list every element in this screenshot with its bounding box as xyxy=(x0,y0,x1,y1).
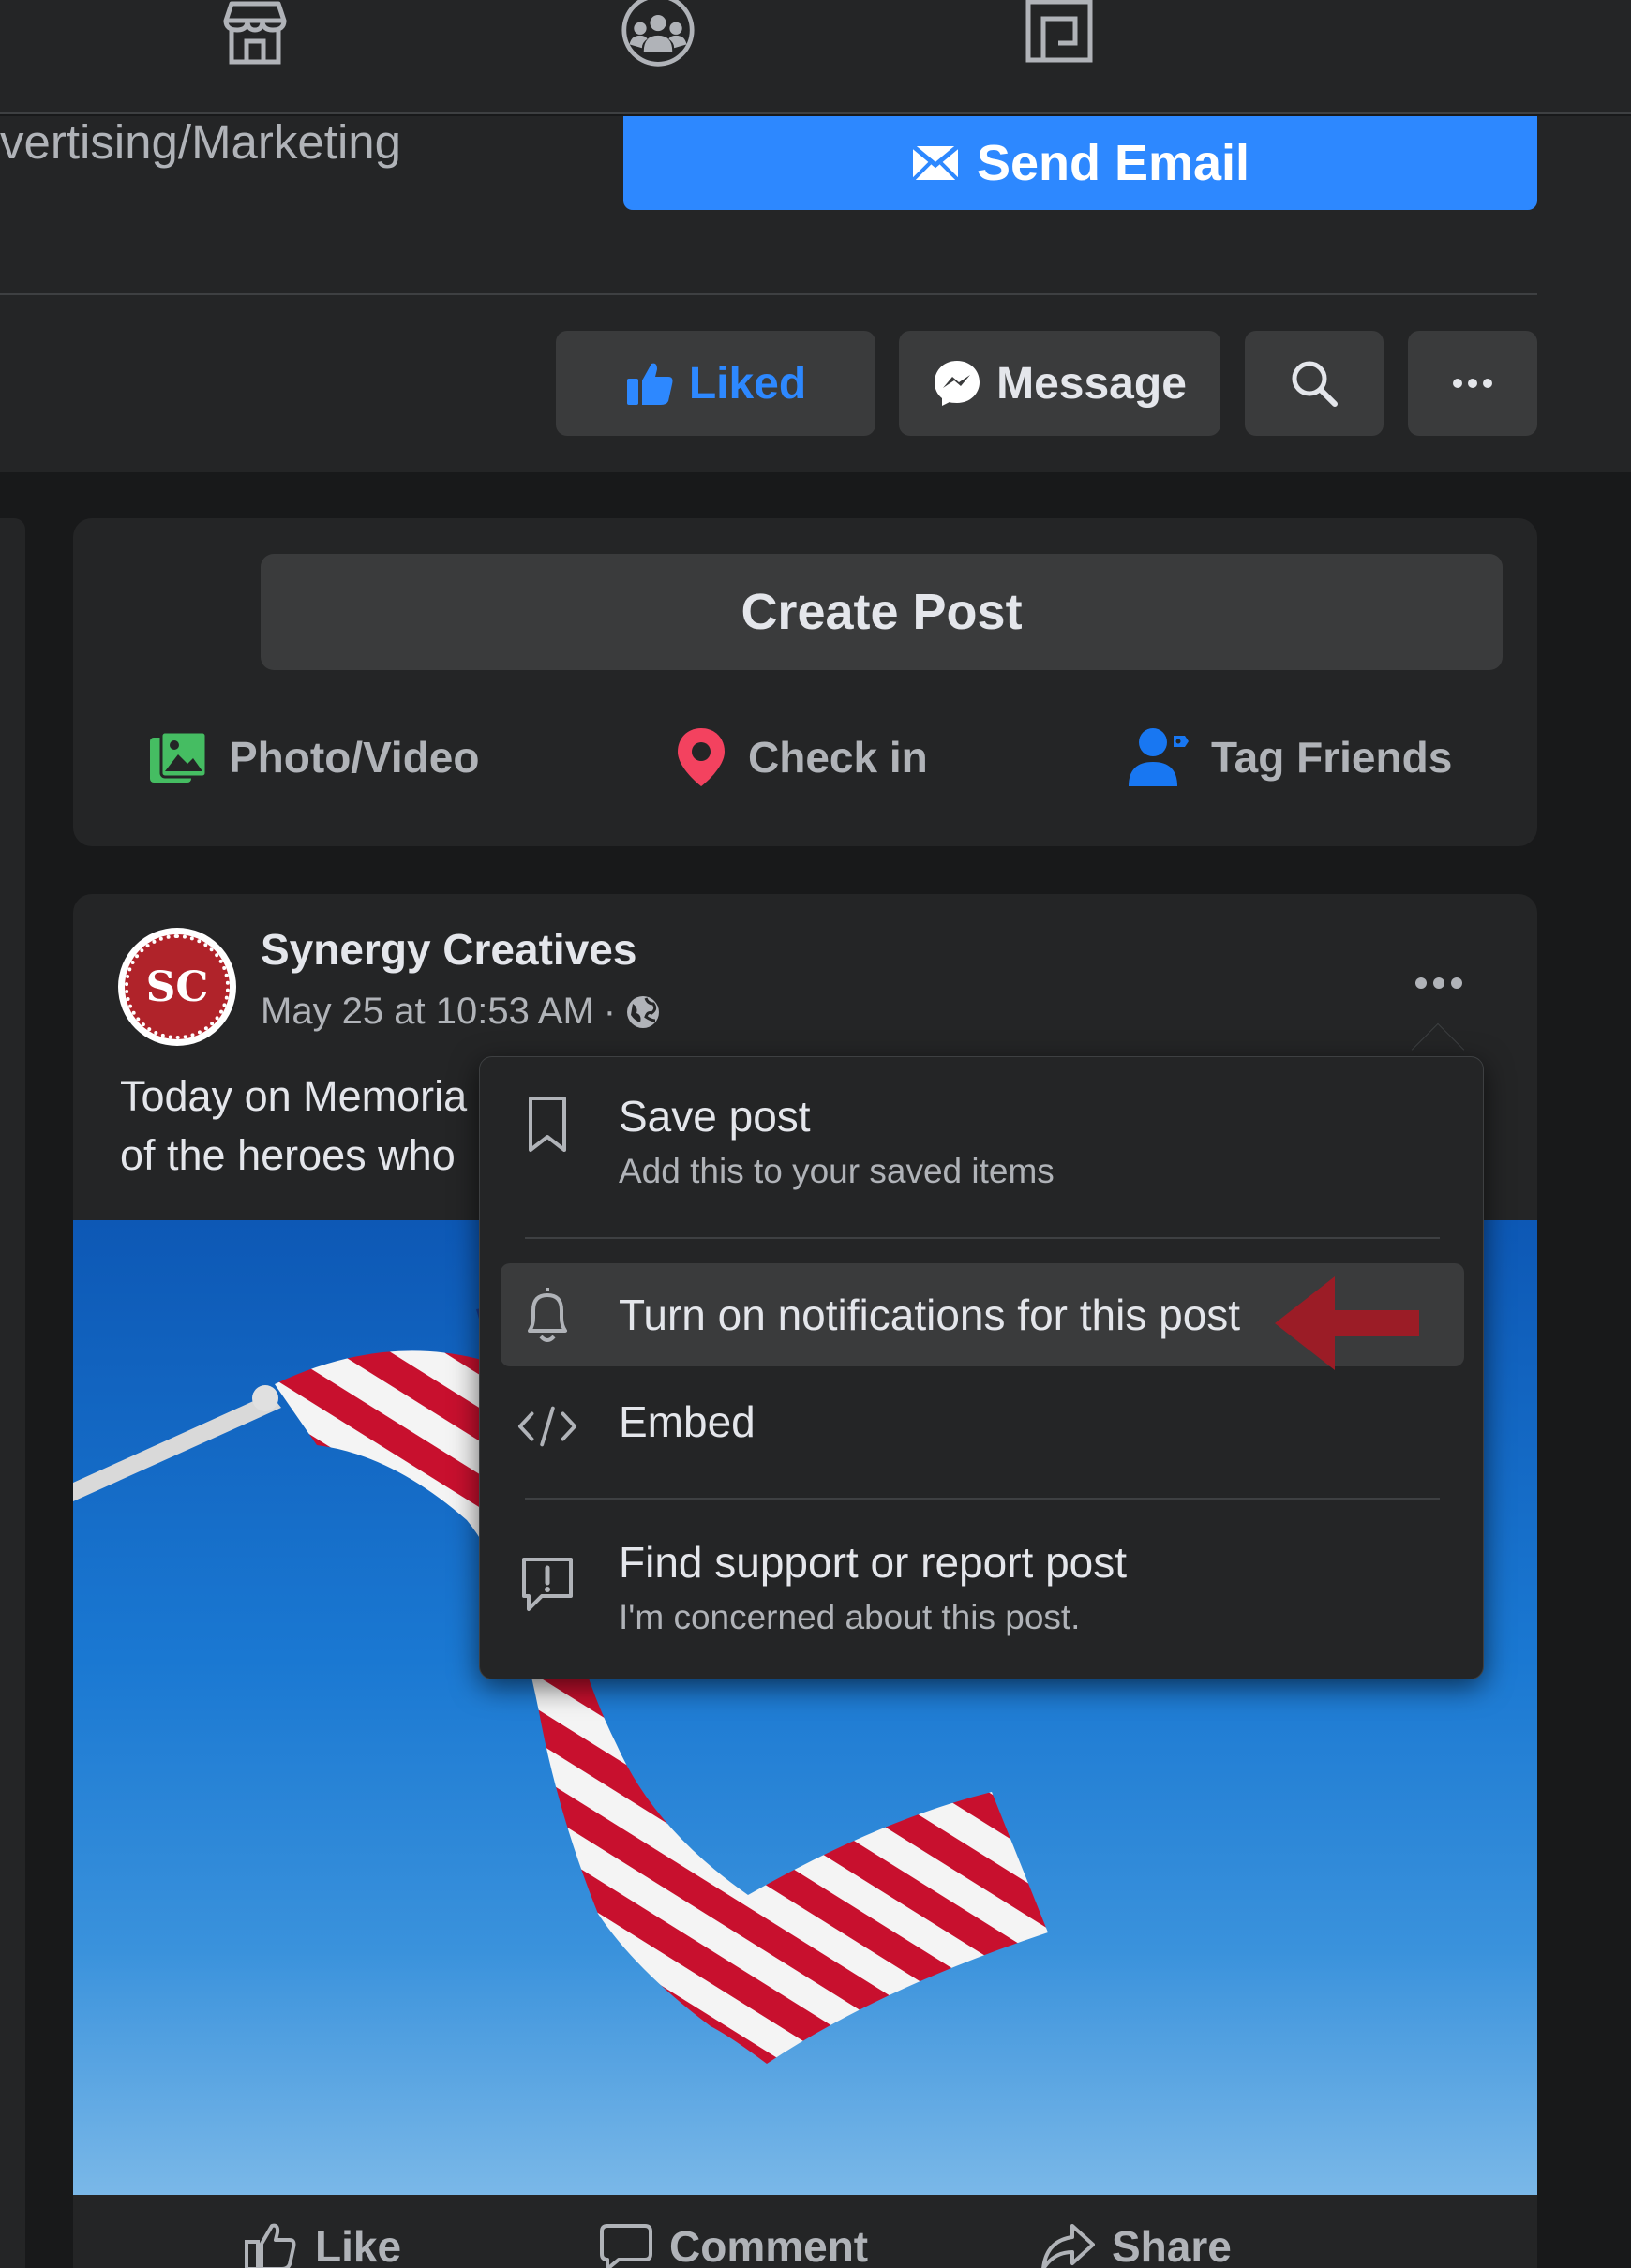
menu-item-title: Save post xyxy=(619,1092,811,1141)
menu-item-find-support-or-report[interactable]: Find support or report post I'm concerne… xyxy=(480,1507,1485,1676)
location-pin-icon xyxy=(675,726,727,788)
menu-item-save-post[interactable]: Save post Add this to your saved items xyxy=(480,1057,1485,1235)
post-text-line: Today on Memoria xyxy=(120,1072,468,1120)
menu-divider xyxy=(525,1498,1440,1500)
meta-separator: · xyxy=(603,991,617,1032)
code-icon xyxy=(517,1396,577,1456)
annotation-arrow-icon xyxy=(1273,1275,1423,1372)
photo-video-label: Photo/Video xyxy=(229,732,480,782)
send-email-button[interactable]: Send Email xyxy=(623,116,1537,210)
photo-video-button[interactable]: Photo/Video xyxy=(148,722,480,792)
share-label: Share xyxy=(1112,2222,1232,2268)
page-avatar[interactable]: SC xyxy=(118,928,236,1046)
comment-icon xyxy=(600,2222,652,2268)
tag-friends-button[interactable]: Tag Friends xyxy=(1127,722,1452,792)
more-options-button[interactable] xyxy=(1408,331,1537,436)
comment-button[interactable]: Comment xyxy=(600,2214,868,2268)
menu-item-subtitle: I'm concerned about this post. xyxy=(619,1598,1081,1636)
header-divider xyxy=(0,293,1537,295)
thumbs-up-outline-icon xyxy=(244,2221,298,2268)
menu-item-turn-on-notifications[interactable]: Turn on notifications for this post xyxy=(480,1263,1485,1370)
liked-button[interactable]: Liked xyxy=(556,331,875,436)
top-navigation-bar xyxy=(0,0,1631,114)
gaming-icon[interactable] xyxy=(1022,0,1097,66)
tag-friends-icon xyxy=(1127,726,1190,788)
menu-item-title: Embed xyxy=(619,1397,756,1446)
post-options-button[interactable] xyxy=(1397,950,1481,1016)
message-label: Message xyxy=(996,358,1187,409)
avatar-logo: SC xyxy=(125,934,230,1039)
left-column-panel xyxy=(0,518,25,2268)
menu-item-subtitle: Add this to your saved items xyxy=(619,1152,1055,1190)
envelope-icon xyxy=(911,144,960,182)
post-meta: May 25 at 10:53 AM · xyxy=(261,991,661,1033)
search-icon xyxy=(1290,359,1339,408)
bookmark-icon xyxy=(517,1095,577,1155)
post-timestamp[interactable]: May 25 at 10:53 AM xyxy=(261,991,594,1033)
menu-item-title: Turn on notifications for this post xyxy=(619,1291,1241,1339)
create-post-button[interactable]: Create Post xyxy=(261,554,1503,670)
menu-item-embed[interactable]: Embed xyxy=(480,1376,1485,1470)
send-email-label: Send Email xyxy=(976,135,1250,191)
menu-divider xyxy=(525,1237,1440,1239)
post-text: Today on Memoria of the heroes who xyxy=(120,1067,523,1185)
messenger-icon xyxy=(933,359,981,408)
liked-label: Liked xyxy=(688,358,807,409)
like-button[interactable]: Like xyxy=(244,2214,401,2268)
more-icon xyxy=(1452,378,1493,389)
check-in-button[interactable]: Check in xyxy=(675,722,928,792)
post-options-menu: Save post Add this to your saved items T… xyxy=(479,1056,1484,1679)
shop-icon[interactable] xyxy=(217,0,292,66)
menu-item-title: Find support or report post xyxy=(619,1538,1128,1587)
search-button[interactable] xyxy=(1245,331,1384,436)
photo-icon xyxy=(148,730,208,784)
bell-icon xyxy=(517,1285,577,1345)
post-text-line: of the heroes who xyxy=(120,1131,456,1179)
post-author[interactable]: Synergy Creatives xyxy=(261,924,636,975)
share-button[interactable]: Share xyxy=(1040,2214,1232,2268)
check-in-label: Check in xyxy=(748,732,928,782)
report-icon xyxy=(517,1554,577,1614)
thumbs-up-icon xyxy=(625,360,674,407)
like-label: Like xyxy=(315,2222,402,2268)
share-icon xyxy=(1040,2222,1095,2268)
more-icon xyxy=(1414,977,1463,990)
globe-icon xyxy=(625,994,661,1030)
message-button[interactable]: Message xyxy=(899,331,1220,436)
page-category: vertising/Marketing xyxy=(0,115,401,169)
tag-friends-label: Tag Friends xyxy=(1211,732,1453,782)
comment-label: Comment xyxy=(669,2222,869,2268)
groups-icon[interactable] xyxy=(621,0,696,67)
